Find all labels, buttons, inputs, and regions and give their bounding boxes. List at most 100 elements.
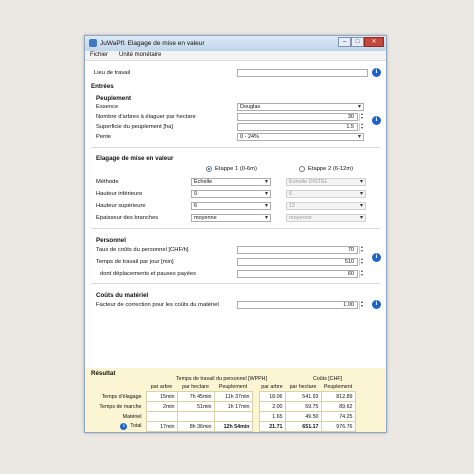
col-gap xyxy=(252,402,259,412)
table-cell: 74.25 xyxy=(320,411,356,422)
peuplement-info-icon[interactable]: i xyxy=(372,116,381,125)
col-header: Peuplement xyxy=(323,383,353,390)
col-gap xyxy=(252,382,259,392)
menu-unite-monetaire[interactable]: Unité monétaire xyxy=(119,52,161,58)
hinf-select[interactable]: 0 xyxy=(191,190,271,198)
window-controls: – □ ✕ xyxy=(338,37,384,47)
results-table: par arbre par hectare Peuplement par arb… xyxy=(92,382,356,432)
results-panel: Résultat Temps de travail du personnel [… xyxy=(85,368,386,432)
methode-label: Méthode xyxy=(96,179,119,185)
table-cell: 17min xyxy=(145,421,178,432)
lieu-label: Lieu de travail xyxy=(94,70,131,76)
table-cell xyxy=(176,411,215,422)
methode-etape2-select: Echelle DISTEL xyxy=(286,178,366,186)
lieu-input[interactable] xyxy=(237,69,368,77)
etape1-label: Etappe 1 (0-6m) xyxy=(215,166,257,172)
pente-select[interactable]: 0 - 24% xyxy=(237,133,364,141)
hinf-etape2-select: 6 xyxy=(286,190,366,198)
materiel-info-icon[interactable]: i xyxy=(372,300,381,309)
facteur-label: Facteur de correction pour les coûts du … xyxy=(96,302,219,308)
temps-input[interactable]: 510 xyxy=(237,258,358,266)
pente-label: Pente xyxy=(96,134,112,140)
table-cell: 59.75 xyxy=(284,401,322,412)
table-header-row: par arbre par hectare Peuplement par arb… xyxy=(92,382,355,392)
row-label: Total xyxy=(130,423,142,429)
col-header: par hectare xyxy=(289,383,317,390)
taux-label: Taux de coûts du personnel [CHF/h] xyxy=(96,247,189,253)
personnel-info-icon[interactable]: i xyxy=(372,253,381,262)
table-cell: 12h 54min xyxy=(213,421,253,432)
nombre-input[interactable]: 30 xyxy=(237,113,358,121)
row-label: Matériel xyxy=(122,413,142,420)
facteur-stepper[interactable]: ▲ ▼ xyxy=(359,300,364,309)
table-cell: 976.76 xyxy=(320,421,356,432)
facteur-input[interactable]: 1.00 xyxy=(237,301,358,309)
epaisseur-select[interactable]: moyenne xyxy=(191,214,271,222)
table-cell: 21.71 xyxy=(258,421,286,432)
divider xyxy=(91,228,380,229)
pauses-label: dont déplacements et pauses payées xyxy=(100,271,197,277)
total-row-label: i Total xyxy=(92,422,146,432)
table-row: Temps de marche 2min 51min 1h 17min 2.00… xyxy=(92,401,356,412)
close-icon[interactable]: ✕ xyxy=(364,37,384,47)
pauses-stepper[interactable]: ▲ ▼ xyxy=(359,269,364,278)
menu-fichier[interactable]: Fichier xyxy=(90,52,108,58)
nombre-stepper[interactable]: ▲ ▼ xyxy=(359,112,364,121)
resultat-header: Résultat xyxy=(91,370,116,377)
divider xyxy=(91,283,380,284)
methode-select[interactable]: Echelle xyxy=(191,178,271,186)
table-cell: 651.17 xyxy=(284,421,322,432)
taux-stepper[interactable]: ▲ ▼ xyxy=(359,245,364,254)
total-row: i Total 17min 8h 36min 12h 54min 21.71 65… xyxy=(92,421,356,432)
hsup-select[interactable]: 6 xyxy=(191,202,271,210)
personnel-header: Personnel xyxy=(96,237,126,244)
table-cell: 8h 36min xyxy=(176,421,215,432)
etape1-radio[interactable] xyxy=(206,166,212,172)
table-cell: 89.62 xyxy=(320,401,356,412)
table-cell: 2.00 xyxy=(258,401,286,412)
col-header: par arbre xyxy=(261,383,283,390)
table-cell: 7h 45min xyxy=(176,391,215,402)
form-content: Lieu de travail i Entrées Peuplement Ess… xyxy=(85,61,386,432)
col-gap xyxy=(252,392,259,402)
lieu-info-icon[interactable]: i xyxy=(372,68,381,77)
col-header: par arbre xyxy=(150,383,173,390)
total-info-icon[interactable]: i xyxy=(120,423,128,430)
etape2-label: Etappe 2 (6-12m) xyxy=(308,166,354,172)
epaisseur-label: Epaisseur des branches xyxy=(96,215,159,221)
table-cell: 1.65 xyxy=(258,411,286,422)
etape2-radio[interactable] xyxy=(299,166,305,172)
divider xyxy=(91,147,380,148)
table-cell: 1h 17min xyxy=(213,401,253,412)
pauses-input[interactable]: 60 xyxy=(237,270,358,278)
superficie-label: Superficie du peuplement [ha] xyxy=(96,124,174,130)
superficie-stepper[interactable]: ▲ ▼ xyxy=(359,122,364,131)
maximize-icon[interactable]: □ xyxy=(351,37,364,47)
table-cell: 18.06 xyxy=(258,391,286,402)
app-window: JuWaPfl: Elagage de mise en valeur – □ ✕… xyxy=(84,35,387,433)
table-cell xyxy=(145,411,178,422)
superficie-input[interactable]: 1.5 xyxy=(237,123,358,131)
essence-select[interactable]: Douglas xyxy=(237,103,364,111)
peuplement-header: Peuplement xyxy=(96,95,132,102)
col-gap xyxy=(252,422,259,432)
table-row: Temps d'élagage 15min 7h 45min 11h 37min… xyxy=(92,391,356,402)
essence-label: Essence xyxy=(96,104,119,110)
window-title: JuWaPfl: Elagage de mise en valeur xyxy=(100,40,205,47)
temps-label: Temps de travail par jour [min] xyxy=(96,259,174,265)
table-cell xyxy=(213,411,253,422)
epaisseur-etape2-select: moyenne xyxy=(286,214,366,222)
row-label-header xyxy=(92,382,146,392)
temps-stepper[interactable]: ▲ ▼ xyxy=(359,257,364,266)
table-cell: 11h 37min xyxy=(213,391,253,402)
materiel-header: Coûts du matériel xyxy=(96,292,149,299)
elagage-header: Elagage de mise en valeur xyxy=(96,155,174,162)
minimize-icon[interactable]: – xyxy=(338,37,351,47)
col-gap xyxy=(252,412,259,422)
menu-bar: Fichier Unité monétaire xyxy=(85,51,386,61)
hsup-etape2-select: 12 xyxy=(286,202,366,210)
row-label: Temps de marche xyxy=(99,403,142,410)
taux-input[interactable]: 70 xyxy=(237,246,358,254)
table-cell: 15min xyxy=(145,391,178,402)
table-cell: 2min xyxy=(145,401,178,412)
